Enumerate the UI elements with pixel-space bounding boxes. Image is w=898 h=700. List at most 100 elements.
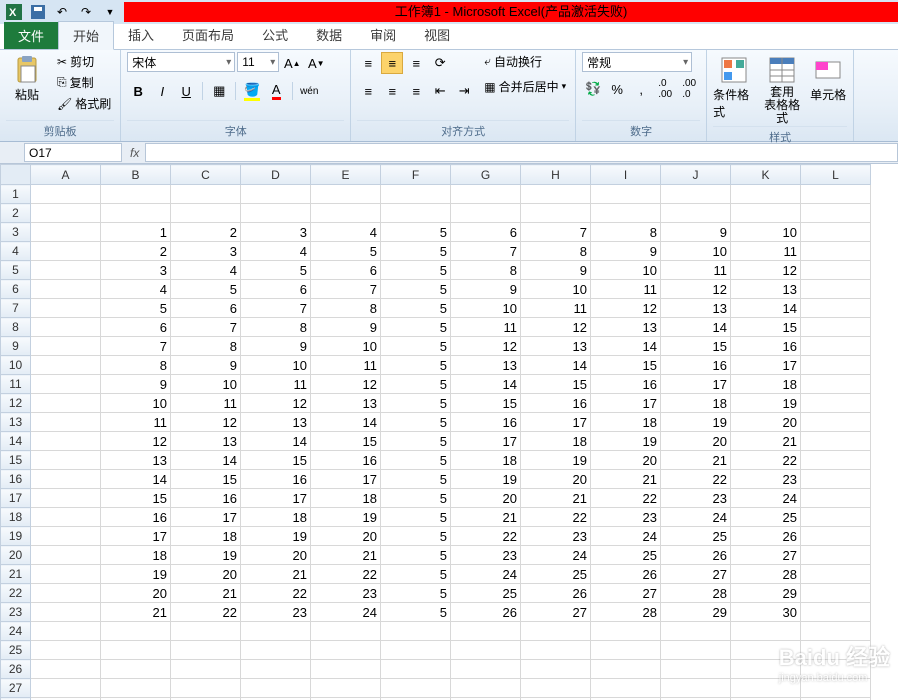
cell-E21[interactable]: 22: [311, 565, 381, 584]
cell-I8[interactable]: 13: [591, 318, 661, 337]
cell-J4[interactable]: 10: [661, 242, 731, 261]
italic-button[interactable]: I: [151, 80, 173, 102]
cell-K7[interactable]: 14: [731, 299, 801, 318]
cell-E7[interactable]: 8: [311, 299, 381, 318]
cell-D25[interactable]: [241, 641, 311, 660]
font-size-select[interactable]: 11: [237, 52, 279, 72]
cell-L27[interactable]: [801, 679, 871, 698]
cell-A13[interactable]: [31, 413, 101, 432]
cell-A8[interactable]: [31, 318, 101, 337]
column-header-H[interactable]: H: [521, 165, 591, 185]
decrease-decimal-icon[interactable]: .00.0: [678, 78, 700, 100]
cell-F9[interactable]: 5: [381, 337, 451, 356]
row-header-13[interactable]: 13: [1, 413, 31, 432]
cell-A9[interactable]: [31, 337, 101, 356]
cell-F4[interactable]: 5: [381, 242, 451, 261]
cell-J26[interactable]: [661, 660, 731, 679]
cell-F5[interactable]: 5: [381, 261, 451, 280]
cell-J17[interactable]: 23: [661, 489, 731, 508]
cell-G17[interactable]: 20: [451, 489, 521, 508]
cell-B27[interactable]: [101, 679, 171, 698]
cell-C7[interactable]: 6: [171, 299, 241, 318]
cell-E19[interactable]: 20: [311, 527, 381, 546]
row-header-12[interactable]: 12: [1, 394, 31, 413]
cell-D24[interactable]: [241, 622, 311, 641]
cell-E22[interactable]: 23: [311, 584, 381, 603]
cell-K19[interactable]: 26: [731, 527, 801, 546]
cell-L24[interactable]: [801, 622, 871, 641]
cell-E16[interactable]: 17: [311, 470, 381, 489]
cell-J13[interactable]: 19: [661, 413, 731, 432]
cell-H7[interactable]: 11: [521, 299, 591, 318]
cell-I3[interactable]: 8: [591, 223, 661, 242]
cell-A17[interactable]: [31, 489, 101, 508]
cell-K12[interactable]: 19: [731, 394, 801, 413]
cell-J21[interactable]: 27: [661, 565, 731, 584]
cell-D3[interactable]: 3: [241, 223, 311, 242]
cell-K5[interactable]: 12: [731, 261, 801, 280]
cell-I5[interactable]: 10: [591, 261, 661, 280]
cell-K10[interactable]: 17: [731, 356, 801, 375]
cell-I26[interactable]: [591, 660, 661, 679]
cell-J20[interactable]: 26: [661, 546, 731, 565]
cell-D22[interactable]: 22: [241, 584, 311, 603]
cell-E17[interactable]: 18: [311, 489, 381, 508]
cell-E9[interactable]: 10: [311, 337, 381, 356]
underline-button[interactable]: U: [175, 80, 197, 102]
cell-I19[interactable]: 24: [591, 527, 661, 546]
cell-A15[interactable]: [31, 451, 101, 470]
cell-D18[interactable]: 18: [241, 508, 311, 527]
bold-button[interactable]: B: [127, 80, 149, 102]
cell-G18[interactable]: 21: [451, 508, 521, 527]
cell-F15[interactable]: 5: [381, 451, 451, 470]
cell-L23[interactable]: [801, 603, 871, 622]
cell-C24[interactable]: [171, 622, 241, 641]
border-button[interactable]: ▦: [208, 80, 230, 102]
cell-A18[interactable]: [31, 508, 101, 527]
cell-L8[interactable]: [801, 318, 871, 337]
align-center-icon[interactable]: ≡: [381, 80, 403, 102]
font-name-select[interactable]: 宋体: [127, 52, 235, 72]
cell-C26[interactable]: [171, 660, 241, 679]
cell-J22[interactable]: 28: [661, 584, 731, 603]
indent-increase-icon[interactable]: ⇥: [453, 80, 475, 102]
cell-L10[interactable]: [801, 356, 871, 375]
cell-L21[interactable]: [801, 565, 871, 584]
cell-D20[interactable]: 20: [241, 546, 311, 565]
cell-F24[interactable]: [381, 622, 451, 641]
cell-A6[interactable]: [31, 280, 101, 299]
cell-D2[interactable]: [241, 204, 311, 223]
cell-styles-button[interactable]: 单元格: [809, 52, 847, 103]
cell-E2[interactable]: [311, 204, 381, 223]
cell-F2[interactable]: [381, 204, 451, 223]
cell-I4[interactable]: 9: [591, 242, 661, 261]
cell-L20[interactable]: [801, 546, 871, 565]
cell-I9[interactable]: 14: [591, 337, 661, 356]
column-header-I[interactable]: I: [591, 165, 661, 185]
cell-G2[interactable]: [451, 204, 521, 223]
cell-H18[interactable]: 22: [521, 508, 591, 527]
cell-L11[interactable]: [801, 375, 871, 394]
cell-J12[interactable]: 18: [661, 394, 731, 413]
increase-decimal-icon[interactable]: .0.00: [654, 78, 676, 100]
cell-F25[interactable]: [381, 641, 451, 660]
row-header-17[interactable]: 17: [1, 489, 31, 508]
align-middle-icon[interactable]: ≡: [381, 52, 403, 74]
percent-icon[interactable]: %: [606, 78, 628, 100]
cell-D7[interactable]: 7: [241, 299, 311, 318]
cell-C21[interactable]: 20: [171, 565, 241, 584]
cell-B7[interactable]: 5: [101, 299, 171, 318]
cell-H16[interactable]: 20: [521, 470, 591, 489]
cell-K13[interactable]: 20: [731, 413, 801, 432]
cell-J10[interactable]: 16: [661, 356, 731, 375]
cell-J25[interactable]: [661, 641, 731, 660]
cell-E1[interactable]: [311, 185, 381, 204]
cell-I20[interactable]: 25: [591, 546, 661, 565]
cell-D16[interactable]: 16: [241, 470, 311, 489]
cell-H9[interactable]: 13: [521, 337, 591, 356]
cell-B16[interactable]: 14: [101, 470, 171, 489]
cell-J6[interactable]: 12: [661, 280, 731, 299]
cell-F23[interactable]: 5: [381, 603, 451, 622]
cell-G24[interactable]: [451, 622, 521, 641]
cell-G10[interactable]: 13: [451, 356, 521, 375]
